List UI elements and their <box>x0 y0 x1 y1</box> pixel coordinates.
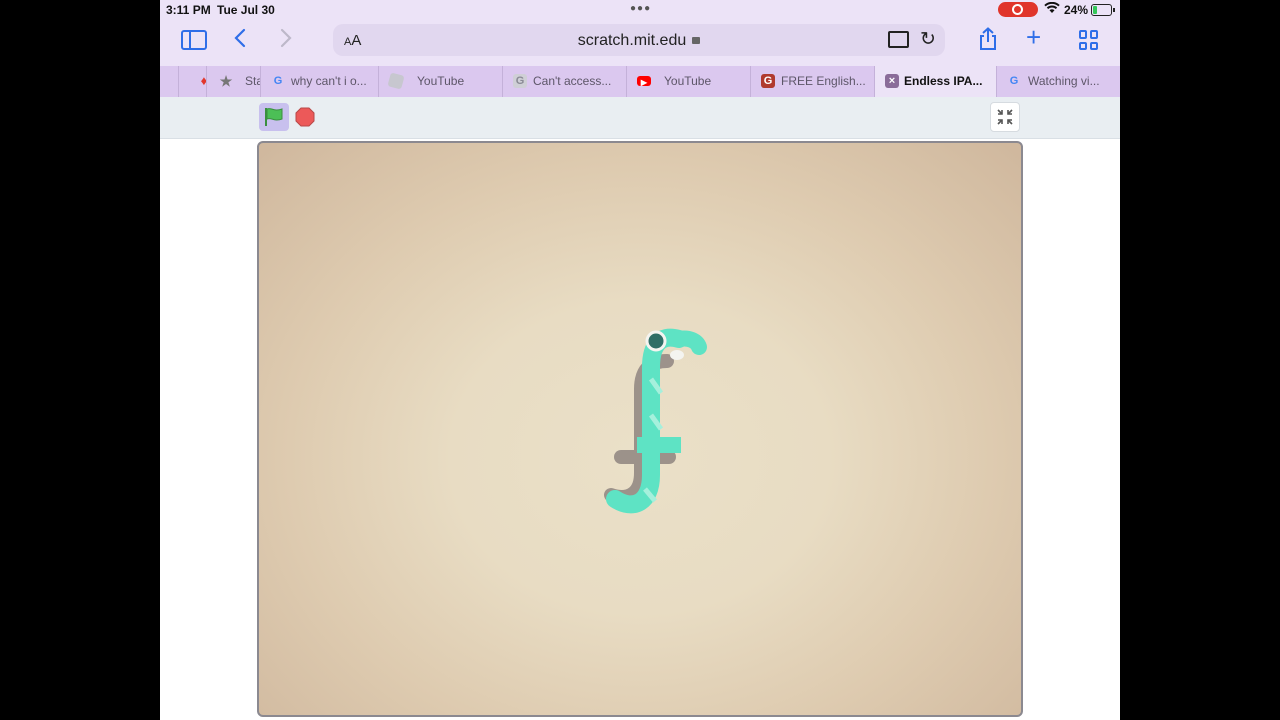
battery-icon <box>1091 4 1115 16</box>
star-icon: ★ <box>219 73 233 89</box>
tab-youtube-2[interactable]: ▶ YouTube <box>626 66 751 97</box>
sidebar-toggle-icon[interactable] <box>181 30 207 50</box>
forward-arrow-icon[interactable] <box>280 28 292 52</box>
tab-endless-ipa[interactable]: × Endless IPA... <box>874 66 997 97</box>
tab-watching[interactable]: G Watching vi... <box>996 66 1120 97</box>
status-bar: 3:11 PM Tue Jul 30 ●●● 24% <box>160 0 1120 20</box>
green-flag-button[interactable] <box>259 103 289 131</box>
tab-google-search[interactable]: G why can't i o... <box>260 66 379 97</box>
status-date: Tue Jul 30 <box>217 3 275 17</box>
address-bar[interactable]: AA scratch.mit.edu ↻ <box>333 24 945 56</box>
tab-youtube-1[interactable]: YouTube <box>378 66 503 97</box>
screen-recording-icon[interactable] <box>998 2 1038 17</box>
youtube-icon: ▶ <box>637 76 651 87</box>
green-flag-icon <box>265 108 283 126</box>
new-tab-plus-icon[interactable]: + <box>1026 24 1041 50</box>
url-label: scratch.mit.edu <box>577 32 687 49</box>
status-time: 3:11 PM <box>166 3 211 17</box>
google-icon: G <box>1009 75 1019 87</box>
glyph-highlight <box>670 350 684 360</box>
roblox-icon <box>387 72 405 90</box>
tab-label: YouTube <box>664 74 712 88</box>
tab-star[interactable]: ★ Sta <box>206 66 261 97</box>
tab-free-english[interactable]: G FREE English... <box>750 66 875 97</box>
extensions-icon[interactable] <box>888 31 909 48</box>
tab-label: Sta <box>245 74 261 88</box>
tab-label: why can't i o... <box>291 74 367 88</box>
exit-fullscreen-button[interactable] <box>990 102 1020 132</box>
tab-label: FREE English... <box>781 74 866 88</box>
battery-percent: 24% <box>1064 3 1089 17</box>
url-text[interactable]: scratch.mit.edu <box>333 32 945 50</box>
wifi-icon <box>1044 1 1060 17</box>
translate-icon: G <box>761 74 775 88</box>
tab-label: YouTube <box>417 74 465 88</box>
close-x-icon[interactable]: × <box>885 74 899 88</box>
ipa-glyph-sprite <box>606 328 707 514</box>
tab-label: Watching vi... <box>1028 74 1100 88</box>
shrink-icon <box>997 109 1013 125</box>
glyph-pen-dot <box>645 330 667 352</box>
tab-label: Can't access... <box>533 74 612 88</box>
scratch-player-controls <box>160 97 1120 139</box>
tab-bookmark[interactable]: ♦ <box>178 66 207 97</box>
lock-icon <box>692 37 701 44</box>
browser-toolbar: AA scratch.mit.edu ↻ + <box>160 20 1120 66</box>
tab-strip: ♦ ★ Sta G why can't i o... YouTube G Can… <box>160 66 1120 97</box>
reload-icon[interactable]: ↻ <box>920 28 936 51</box>
share-icon[interactable] <box>978 27 998 55</box>
multitask-dots-icon[interactable]: ●●● <box>630 3 651 14</box>
tab-cant-access[interactable]: G Can't access... <box>502 66 627 97</box>
stage-canvas <box>604 328 707 514</box>
battery-fill <box>1093 6 1097 14</box>
stop-sign-icon <box>295 107 315 127</box>
back-arrow-icon[interactable] <box>234 28 246 52</box>
scratch-stage[interactable] <box>257 141 1023 717</box>
tab-label: Endless IPA... <box>904 74 983 88</box>
ipad-screen: 3:11 PM Tue Jul 30 ●●● 24% AA scratch.mi… <box>160 0 1120 720</box>
google-icon: G <box>273 75 283 87</box>
generic-g-icon: G <box>513 74 527 88</box>
tab-overview-icon[interactable] <box>1079 30 1099 50</box>
stop-button[interactable] <box>295 107 315 127</box>
